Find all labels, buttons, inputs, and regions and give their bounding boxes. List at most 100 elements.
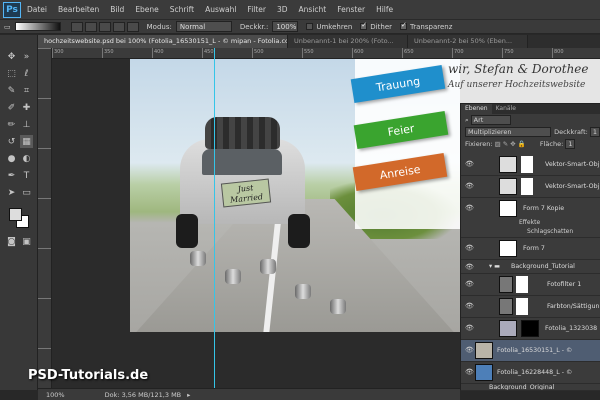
menu-ansicht[interactable]: Ansicht — [299, 5, 327, 14]
quick-select-icon[interactable]: ✎ — [5, 84, 18, 97]
gradient-tool-icon[interactable]: ▦ — [20, 135, 33, 148]
layer-row[interactable]: 👁 Farbton/Sättigun — [461, 296, 600, 318]
fill-field[interactable]: 1 — [565, 139, 576, 149]
eye-icon[interactable]: 👁 — [465, 204, 474, 212]
layer-name: Background_Tutorial — [511, 263, 575, 270]
lock-icon[interactable]: ▨ ✎ ✥ 🔒 — [495, 140, 526, 148]
lasso-tool-icon[interactable]: ℓ — [20, 67, 33, 80]
crop-tool-icon[interactable]: ⌗ — [20, 84, 33, 97]
transparenz-checkbox[interactable] — [400, 21, 407, 30]
fix-label: Fixieren: — [465, 140, 493, 148]
menu-bearbeiten[interactable]: Bearbeiten — [58, 5, 99, 14]
zoom-level[interactable]: 100% — [46, 391, 65, 399]
dither-option[interactable]: Dither — [360, 21, 392, 31]
linear-gradient-button[interactable] — [70, 21, 83, 32]
menu-datei[interactable]: Datei — [27, 5, 47, 14]
transparenz-option[interactable]: Transparenz — [400, 21, 452, 31]
tab-unbenannt-1[interactable]: Unbenannt-1 bei 200% (Foto... — [288, 35, 408, 48]
tab-unbenannt-2[interactable]: Unbenannt-2 bei 50% (Eben... — [408, 35, 528, 48]
modus-dropdown[interactable]: Normal — [175, 21, 232, 32]
tin-can — [295, 284, 311, 299]
healing-brush-icon[interactable]: ✚ — [20, 101, 33, 114]
type-tool-icon[interactable]: T — [20, 169, 33, 182]
blur-tool-icon[interactable]: ● — [5, 152, 18, 165]
umkehren-checkbox[interactable] — [306, 23, 314, 30]
menu-ebene[interactable]: Ebene — [135, 5, 158, 14]
just-married-plate: Just Married — [220, 178, 272, 208]
menu-fenster[interactable]: Fenster — [337, 5, 365, 14]
history-brush-icon[interactable]: ↺ — [5, 135, 18, 148]
menu-hilfe[interactable]: Hilfe — [376, 5, 393, 14]
screen-mode-icon[interactable]: ▣ — [20, 235, 33, 248]
photoshop-logo: Ps — [3, 1, 21, 18]
ruler-label: 550 — [304, 49, 314, 55]
layer-group-row[interactable]: 👁 ▾ ▬ Background_Tutorial — [461, 260, 600, 274]
quick-mask-icon[interactable]: ◙ — [5, 235, 18, 248]
layer-row[interactable]: 👁 Form 7 — [461, 238, 600, 260]
angle-gradient-button[interactable] — [98, 21, 111, 32]
ruler-label: 600 — [354, 49, 364, 55]
stamp-tool-icon[interactable]: ⊥ — [20, 118, 33, 131]
eye-icon[interactable]: 👁 — [465, 302, 474, 310]
horizontal-ruler[interactable]: 300 350 400 450 500 550 600 650 700 750 … — [52, 48, 600, 59]
dither-checkbox[interactable] — [360, 21, 368, 30]
layer-row-selected[interactable]: 👁 Fotolia_16530151_L - © — [461, 340, 600, 362]
brush-tool-icon[interactable]: ✏ — [5, 118, 18, 131]
foreground-color-swatch[interactable] — [9, 208, 22, 221]
layer-group-row[interactable]: Background_Original — [461, 384, 600, 391]
eye-icon[interactable]: 👁 — [465, 368, 474, 376]
umkehren-option[interactable]: Umkehren — [306, 23, 352, 31]
eye-icon[interactable]: 👁 — [465, 280, 474, 288]
collapse-icon[interactable]: » — [20, 50, 33, 63]
site-title: wir, Stefan & Dorothee — [448, 62, 589, 76]
adjustment-icon — [499, 298, 513, 315]
eye-icon[interactable]: 👁 — [465, 346, 474, 354]
layer-row[interactable]: 👁 Form 7 Kopie Effekte Schlagschatten — [461, 198, 600, 238]
ruler-label: 300 — [54, 49, 64, 55]
tab-ebenen[interactable]: Ebenen — [461, 104, 492, 114]
layer-name: Fotolia_1323038 — [545, 325, 598, 332]
eye-icon[interactable]: 👁 — [465, 263, 474, 271]
layer-row[interactable]: 👁 Vektor-Smart-Obj — [461, 154, 600, 176]
eyedropper-icon[interactable]: ✐ — [5, 101, 18, 114]
layer-row[interactable]: 👁 Fotolia_16228448_L - © — [461, 362, 600, 384]
gradient-picker[interactable] — [14, 22, 61, 31]
layer-name: Vektor-Smart-Obj — [545, 183, 600, 190]
gradient-tool-icon[interactable]: ▭ — [4, 23, 11, 31]
move-tool-icon[interactable]: ✥ — [5, 50, 18, 63]
menu-3d[interactable]: 3D — [277, 5, 288, 14]
layer-row[interactable]: 👁 Vektor-Smart-Obj — [461, 176, 600, 198]
layer-filter-dropdown[interactable]: Art — [470, 115, 511, 125]
vertical-ruler[interactable] — [38, 48, 52, 388]
menu-filter[interactable]: Filter — [247, 5, 266, 14]
pen-tool-icon[interactable]: ✒ — [5, 169, 18, 182]
status-arrow-icon[interactable]: ▸ — [187, 391, 190, 399]
layer-name: Background_Original — [489, 384, 555, 391]
dodge-tool-icon[interactable]: ◐ — [20, 152, 33, 165]
menu-schrift[interactable]: Schrift — [170, 5, 194, 14]
path-select-icon[interactable]: ➤ — [5, 186, 18, 199]
eye-icon[interactable]: 👁 — [465, 324, 474, 332]
eye-icon[interactable]: 👁 — [465, 182, 474, 190]
guide-line[interactable] — [214, 48, 215, 388]
deckkraft-field[interactable]: 100% — [272, 21, 299, 32]
layer-name: Farbton/Sättigun — [547, 303, 600, 310]
reflected-gradient-button[interactable] — [112, 21, 125, 32]
tab-hochzeitswebsite[interactable]: hochzeitswebsite.psd bei 100% (Fotolia_1… — [38, 35, 288, 48]
drop-shadow-label[interactable]: Schlagschatten — [527, 228, 573, 235]
diamond-gradient-button[interactable] — [126, 21, 139, 32]
opacity-field[interactable]: 1 — [589, 127, 600, 137]
layers-panel-tabs: Ebenen Kanäle — [461, 104, 600, 114]
menu-bild[interactable]: Bild — [110, 5, 124, 14]
blend-mode-dropdown[interactable]: Multiplizieren — [465, 127, 552, 137]
menu-auswahl[interactable]: Auswahl — [205, 5, 236, 14]
radial-gradient-button[interactable] — [84, 21, 97, 32]
eye-icon[interactable]: 👁 — [465, 244, 474, 252]
layer-name: Fotolia_16228448_L - © — [497, 369, 573, 376]
marquee-tool-icon[interactable]: ⬚ — [5, 67, 18, 80]
eye-icon[interactable]: 👁 — [465, 160, 474, 168]
tab-kanaele[interactable]: Kanäle — [492, 104, 520, 114]
layer-row[interactable]: 👁 Fotofilter 1 — [461, 274, 600, 296]
shape-tool-icon[interactable]: ▭ — [20, 186, 33, 199]
layer-row[interactable]: 👁 Fotolia_1323038 — [461, 318, 600, 340]
